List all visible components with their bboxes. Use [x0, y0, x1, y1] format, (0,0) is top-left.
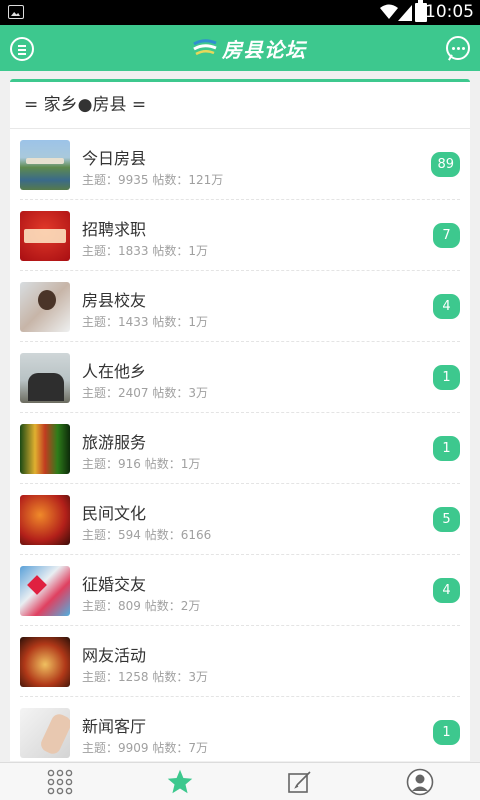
forum-thumbnail	[20, 566, 70, 616]
forum-name: 招聘求职	[82, 220, 147, 239]
bottom-tab-bar	[0, 762, 480, 800]
new-posts-badge: 4	[433, 578, 460, 603]
new-posts-badge: 7	[433, 223, 460, 248]
tab-favorites[interactable]	[120, 763, 240, 800]
user-icon	[406, 768, 434, 796]
section-title: = 家乡●房县 =	[10, 82, 470, 129]
forum-name: 房县校友	[82, 291, 147, 310]
forum-thumbnail	[20, 353, 70, 403]
app-title: 房县论坛	[222, 37, 306, 62]
status-bar: 10:05	[0, 0, 480, 25]
forum-stats: 主题：809 帖数：2万	[82, 599, 201, 613]
forum-stats: 主题：9909 帖数：7万	[82, 741, 208, 755]
forum-item[interactable]: 房县校友 主题：1433 帖数：1万 4	[20, 271, 460, 342]
tab-forums[interactable]	[0, 763, 120, 800]
chat-button[interactable]	[446, 36, 470, 60]
forum-name: 网友活动	[82, 646, 147, 665]
grid-dots-icon	[47, 769, 73, 795]
wave-logo-icon	[193, 39, 217, 56]
forum-thumbnail	[20, 495, 70, 545]
forum-stats: 主题：9935 帖数：121万	[82, 173, 224, 187]
new-posts-badge: 1	[433, 436, 460, 461]
forum-name: 征婚交友	[82, 575, 147, 594]
forum-stats: 主题：1833 帖数：1万	[82, 244, 208, 258]
forum-thumbnail	[20, 424, 70, 474]
forum-name: 今日房县	[82, 149, 147, 168]
forum-stats: 主题：916 帖数：1万	[82, 457, 201, 471]
tab-post[interactable]	[240, 763, 360, 800]
forum-item[interactable]: 征婚交友 主题：809 帖数：2万 4	[20, 555, 460, 626]
status-time: 10:05	[425, 2, 474, 22]
forum-item[interactable]: 民间文化 主题：594 帖数：6166 5	[20, 484, 460, 555]
forum-name: 新闻客厅	[82, 717, 147, 736]
new-posts-badge: 4	[433, 294, 460, 319]
menu-button[interactable]	[10, 37, 34, 61]
forum-item[interactable]: 旅游服务 主题：916 帖数：1万 1	[20, 413, 460, 484]
wifi-icon	[380, 4, 398, 19]
new-posts-badge: 1	[433, 365, 460, 390]
forum-name: 人在他乡	[82, 362, 147, 381]
forum-stats: 主题：1433 帖数：1万	[82, 315, 208, 329]
forum-item[interactable]: 招聘求职 主题：1833 帖数：1万 7	[20, 200, 460, 271]
forum-thumbnail	[20, 211, 70, 261]
forum-thumbnail	[20, 708, 70, 758]
new-posts-badge: 5	[433, 507, 460, 532]
forum-name: 旅游服务	[82, 433, 147, 452]
star-icon	[167, 769, 193, 794]
tab-profile[interactable]	[360, 763, 480, 800]
forum-stats: 主题：1258 帖数：3万	[82, 670, 208, 684]
forum-item[interactable]: 网友活动 主题：1258 帖数：3万	[20, 626, 460, 697]
signal-icon	[398, 5, 412, 21]
forum-list: 今日房县 主题：9935 帖数：121万 89 招聘求职 主题：1833 帖数：…	[10, 129, 470, 761]
forum-card: = 家乡●房县 = 今日房县 主题：9935 帖数：121万 89 招聘求职 主…	[10, 79, 470, 761]
forum-thumbnail	[20, 282, 70, 332]
forum-item[interactable]: 人在他乡 主题：2407 帖数：3万 1	[20, 342, 460, 413]
new-posts-badge: 89	[431, 152, 460, 177]
forum-thumbnail	[20, 637, 70, 687]
forum-item[interactable]: 今日房县 主题：9935 帖数：121万 89	[20, 129, 460, 200]
image-notification-icon	[8, 5, 24, 19]
forum-stats: 主题：2407 帖数：3万	[82, 386, 208, 400]
app-logo: 房县论坛	[192, 34, 306, 62]
forum-item[interactable]: 新闻客厅 主题：9909 帖数：7万 1	[20, 697, 460, 761]
app-bar: 房县论坛	[0, 25, 480, 71]
compose-icon	[288, 771, 311, 793]
forum-thumbnail	[20, 140, 70, 190]
forum-name: 民间文化	[82, 504, 147, 523]
new-posts-badge: 1	[433, 720, 460, 745]
forum-stats: 主题：594 帖数：6166	[82, 528, 212, 542]
